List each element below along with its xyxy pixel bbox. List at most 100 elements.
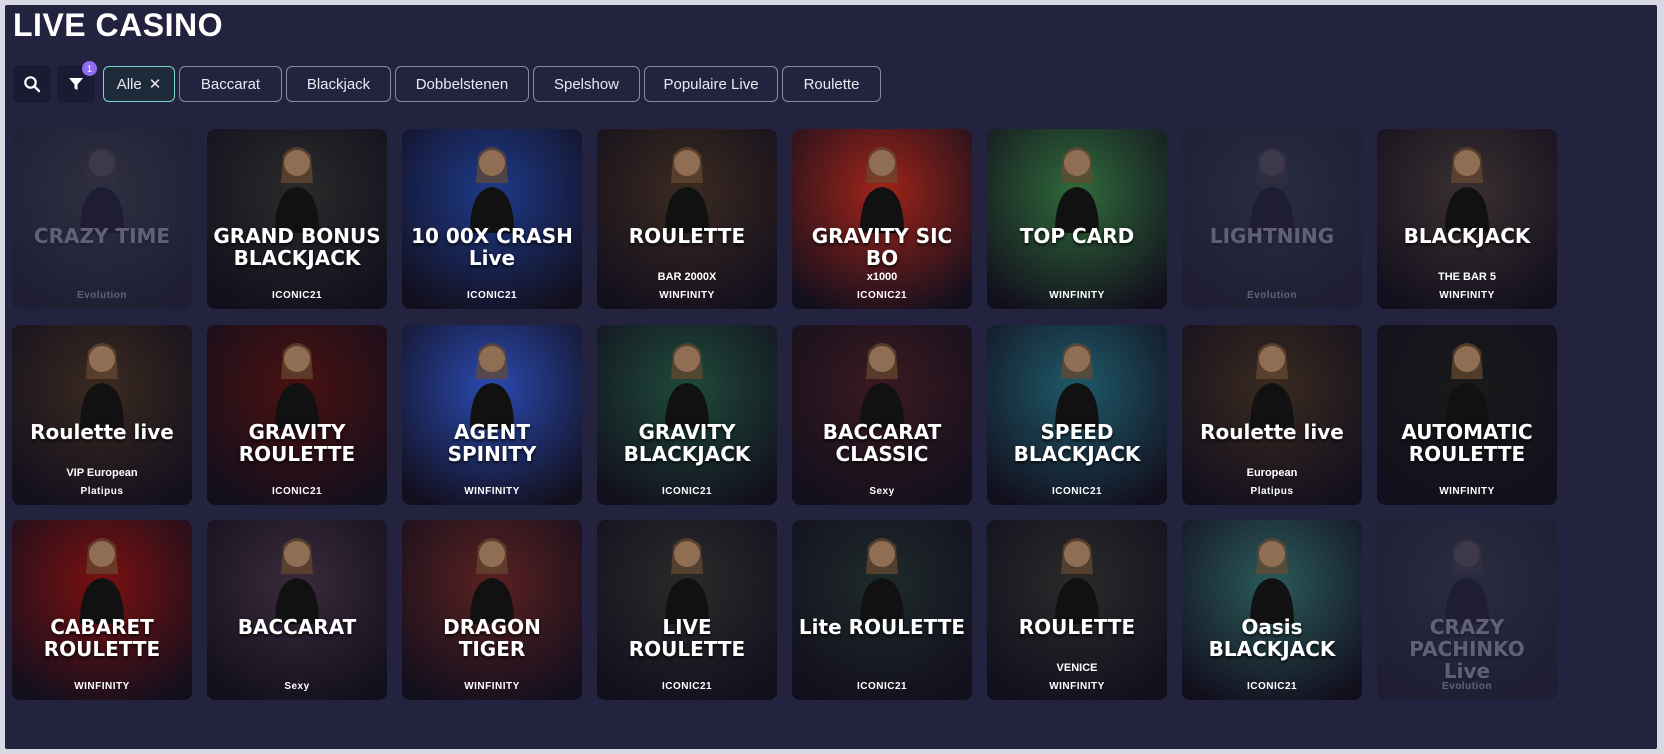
game-tile[interactable]: ROULETTE BAR 2000X WINFINITY — [597, 129, 777, 309]
game-tile[interactable]: GRAND BONUS BLACKJACK ICONIC21 — [207, 129, 387, 309]
provider-logo: WINFINITY — [1049, 681, 1105, 692]
dealer-figure-icon — [665, 343, 709, 429]
dealer-figure-icon — [275, 343, 319, 429]
game-title: Oasis BLACKJACK — [1208, 615, 1336, 661]
provider-logo: WINFINITY — [1439, 290, 1495, 301]
game-title: AGENT SPINITY — [447, 420, 537, 466]
game-subtitle: BAR 2000X — [657, 271, 717, 283]
provider-logo: Evolution — [1246, 290, 1298, 301]
game-tile[interactable]: LIGHTNING Evolution — [1182, 129, 1362, 309]
provider-logo: ICONIC21 — [1246, 681, 1298, 692]
game-tile[interactable]: GRAVITY ROULETTE ICONIC21 — [207, 325, 387, 505]
game-tile[interactable]: GRAVITY SIC BO x1000 ICONIC21 — [792, 129, 972, 309]
game-tile[interactable]: LIVE ROULETTE ICONIC21 — [597, 520, 777, 700]
provider-logo: WINFINITY — [74, 681, 130, 692]
game-tile[interactable]: Roulette live European Platipus — [1182, 325, 1362, 505]
chip-populaire-live[interactable]: Populaire Live — [644, 66, 778, 102]
chip-label: Roulette — [803, 75, 860, 93]
game-title: Roulette live — [30, 420, 174, 444]
game-subtitle: VIP European — [66, 467, 138, 479]
dealer-figure-icon — [860, 343, 904, 429]
game-subtitle: VENICE — [1056, 662, 1098, 674]
dealer-figure-icon — [860, 538, 904, 624]
game-tile[interactable]: GRAVITY BLACKJACK ICONIC21 — [597, 325, 777, 505]
dealer-figure-icon — [80, 343, 124, 429]
game-tile[interactable]: Roulette live VIP European Platipus — [12, 325, 192, 505]
provider-logo: WINFINITY — [464, 681, 520, 692]
filter-count-badge: 1 — [82, 61, 97, 76]
chip-roulette[interactable]: Roulette — [782, 66, 881, 102]
dealer-figure-icon — [275, 538, 319, 624]
game-title: LIGHTNING — [1209, 224, 1335, 248]
game-title: CABARET ROULETTE — [43, 615, 161, 661]
game-tile[interactable]: Oasis BLACKJACK ICONIC21 — [1182, 520, 1362, 700]
dealer-figure-icon — [1250, 343, 1294, 429]
dealer-figure-icon — [1055, 538, 1099, 624]
game-tile[interactable]: AGENT SPINITY WINFINITY — [402, 325, 582, 505]
game-title: SPEED BLACKJACK — [1013, 420, 1141, 466]
provider-logo: ICONIC21 — [1051, 486, 1103, 497]
game-subtitle: European — [1246, 467, 1298, 479]
game-tile[interactable]: TOP CARD WINFINITY — [987, 129, 1167, 309]
game-tile[interactable]: BACCARAT Sexy — [207, 520, 387, 700]
game-title: CRAZY TIME — [33, 224, 171, 248]
provider-logo: WINFINITY — [464, 486, 520, 497]
chip-label: Blackjack — [306, 75, 371, 93]
game-tile[interactable]: AUTOMATIC ROULETTE WINFINITY — [1377, 325, 1557, 505]
game-title: BACCARAT CLASSIC — [822, 420, 942, 466]
game-title: CRAZY PACHINKO Live — [1409, 615, 1525, 683]
chip-label: Baccarat — [200, 75, 261, 93]
game-tile[interactable]: CABARET ROULETTE WINFINITY — [12, 520, 192, 700]
provider-logo: ICONIC21 — [271, 486, 323, 497]
dealer-figure-icon — [80, 147, 124, 233]
dealer-figure-icon — [1055, 343, 1099, 429]
provider-logo: ICONIC21 — [661, 681, 713, 692]
game-tile[interactable]: Lite ROULETTE ICONIC21 — [792, 520, 972, 700]
game-title: Lite ROULETTE — [798, 615, 966, 639]
game-title: TOP CARD — [1019, 224, 1135, 248]
chip-dobbelstenen[interactable]: Dobbelstenen — [395, 66, 529, 102]
dealer-figure-icon — [1445, 147, 1489, 233]
search-icon — [24, 76, 41, 93]
game-tile[interactable]: ROULETTE VENICE WINFINITY — [987, 520, 1167, 700]
provider-logo: ICONIC21 — [661, 486, 713, 497]
game-title: GRAVITY ROULETTE — [238, 420, 356, 466]
game-tile[interactable]: BACCARAT CLASSIC Sexy — [792, 325, 972, 505]
search-button[interactable] — [13, 65, 51, 103]
game-subtitle: x1000 — [866, 271, 898, 283]
game-title: BACCARAT — [237, 615, 357, 639]
game-tile[interactable]: SPEED BLACKJACK ICONIC21 — [987, 325, 1167, 505]
game-title: DRAGON TIGER — [443, 615, 541, 661]
provider-logo: WINFINITY — [659, 290, 715, 301]
provider-logo: WINFINITY — [1439, 486, 1495, 497]
dealer-figure-icon — [275, 147, 319, 233]
chip-alle[interactable]: Alle ✕ — [103, 66, 175, 102]
dealer-figure-icon — [1055, 147, 1099, 233]
dealer-figure-icon — [1250, 147, 1294, 233]
chip-label: Dobbelstenen — [415, 75, 509, 93]
game-tile[interactable]: CRAZY TIME Evolution — [12, 129, 192, 309]
filter-icon — [69, 78, 83, 90]
game-title: Roulette live — [1200, 420, 1344, 444]
chip-label: Spelshow — [553, 75, 620, 93]
game-title: ROULETTE — [628, 224, 746, 248]
provider-logo: Evolution — [76, 290, 128, 301]
chip-blackjack[interactable]: Blackjack — [286, 66, 391, 102]
game-tile[interactable]: DRAGON TIGER WINFINITY — [402, 520, 582, 700]
game-tile[interactable]: CRAZY PACHINKO Live Evolution — [1377, 520, 1557, 700]
dealer-figure-icon — [1445, 343, 1489, 429]
provider-logo: Platipus — [80, 486, 124, 497]
filter-button[interactable]: 1 — [57, 61, 97, 103]
provider-logo: Evolution — [1441, 681, 1493, 692]
game-tile[interactable]: BLACKJACK THE BAR 5 WINFINITY — [1377, 129, 1557, 309]
dealer-figure-icon — [665, 538, 709, 624]
close-icon[interactable]: ✕ — [149, 75, 162, 93]
dealer-figure-icon — [470, 147, 514, 233]
chip-spelshow[interactable]: Spelshow — [533, 66, 640, 102]
provider-logo: Sexy — [284, 681, 310, 692]
game-title: LIVE ROULETTE — [628, 615, 746, 661]
dealer-figure-icon — [470, 538, 514, 624]
game-tile[interactable]: 10 00X CRASH Live ICONIC21 — [402, 129, 582, 309]
game-title: GRAVITY SIC BO — [811, 224, 953, 270]
chip-baccarat[interactable]: Baccarat — [179, 66, 282, 102]
